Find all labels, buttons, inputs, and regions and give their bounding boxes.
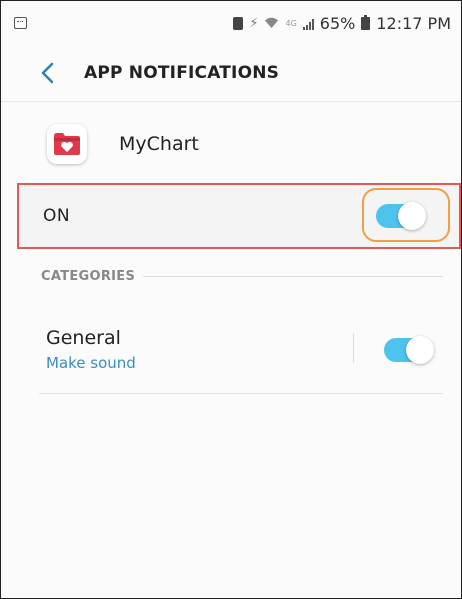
- vertical-divider: [353, 333, 354, 363]
- app-bar: APP NOTIFICATIONS: [1, 46, 461, 102]
- status-bar: ⚡ 4G 65% 12:17 PM: [1, 1, 461, 46]
- mychart-app-icon: [47, 124, 87, 164]
- category-subtitle: Make sound: [46, 354, 136, 372]
- battery-percent: 65%: [319, 14, 356, 33]
- data-transfer-icon: ⚡: [249, 16, 259, 31]
- row-divider: [39, 393, 443, 394]
- master-notification-switch[interactable]: [376, 202, 426, 230]
- switch-knob: [406, 336, 434, 364]
- category-row-general[interactable]: General Make sound: [1, 311, 461, 393]
- status-icons: ⚡ 4G 65% 12:17 PM: [233, 14, 451, 33]
- category-title: General: [46, 327, 121, 349]
- signal-strength-icon: [302, 18, 314, 30]
- switch-knob: [398, 202, 426, 230]
- app-info-row: MyChart: [1, 101, 461, 181]
- clock-time: 12:17 PM: [376, 14, 451, 33]
- section-divider: [143, 275, 443, 277]
- lock-icon: [233, 17, 244, 30]
- network-type-label: 4G: [285, 18, 297, 28]
- wifi-icon: [264, 16, 279, 32]
- phone-screen: ⚡ 4G 65% 12:17 PM APP NOTIFICATIONS MyCh…: [0, 0, 462, 599]
- back-button[interactable]: [37, 62, 57, 84]
- categories-heading: CATEGORIES: [41, 268, 136, 284]
- calendar-notification-icon: [14, 17, 27, 29]
- master-notification-toggle-row[interactable]: ON: [17, 183, 461, 249]
- chevron-left-icon: [41, 62, 54, 84]
- app-name: MyChart: [119, 133, 199, 155]
- master-toggle-label: ON: [43, 206, 71, 226]
- battery-icon: [361, 15, 371, 30]
- page-title: APP NOTIFICATIONS: [84, 63, 280, 83]
- category-general-switch[interactable]: [384, 336, 434, 364]
- categories-section-header: CATEGORIES: [41, 266, 443, 286]
